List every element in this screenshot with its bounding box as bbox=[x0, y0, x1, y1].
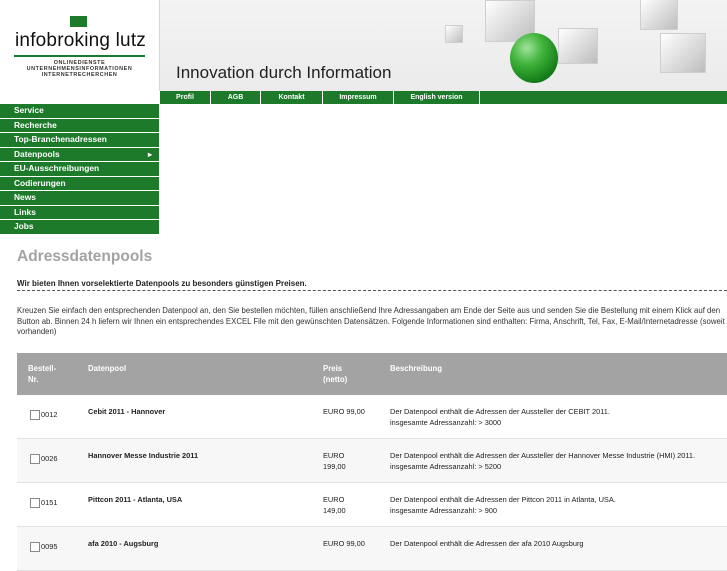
sidebar-item-links[interactable]: Links bbox=[0, 205, 159, 220]
logo-mark-icon bbox=[70, 16, 87, 27]
logo-subtitle: ONLINEDIENSTE UNTERNEHMENSINFORMATIONEN … bbox=[14, 60, 145, 78]
sidebar-item-jobs[interactable]: Jobs bbox=[0, 220, 159, 235]
price-line: 149,00 bbox=[323, 506, 346, 515]
green-sphere-graphic bbox=[510, 33, 558, 83]
description: Der Datenpool enthält die Adressen der A… bbox=[390, 406, 720, 428]
sidebar-item-label: Top-Branchenadressen bbox=[14, 134, 107, 144]
order-checkbox[interactable] bbox=[30, 410, 40, 420]
logo-subtitle-line: INTERNETRECHERCHEN bbox=[41, 72, 118, 78]
description: Der Datenpool enthält die Adressen der a… bbox=[390, 538, 720, 549]
column-header-pool: Datenpool bbox=[88, 364, 127, 373]
price-line: EURO bbox=[323, 495, 345, 504]
pool-name: Pittcon 2011 - Atlanta, USA bbox=[88, 495, 183, 504]
sidebar-item-label: Jobs bbox=[14, 221, 34, 231]
header-text: Preis bbox=[323, 364, 343, 373]
sidebar-item-service[interactable]: Service bbox=[0, 104, 159, 119]
description: Der Datenpool enthält die Adressen der P… bbox=[390, 494, 720, 516]
order-number: 0026 bbox=[41, 454, 58, 463]
description-line: insgesamte Adressanzahl: > 900 bbox=[390, 506, 498, 515]
description-line: insgesamte Adressanzahl: > 3000 bbox=[390, 418, 502, 427]
sidebar-item-recherche[interactable]: Recherche bbox=[0, 118, 159, 133]
table-row: 0026 Hannover Messe Industrie 2011 EURO 1… bbox=[17, 439, 727, 483]
pool-name: afa 2010 - Augsburg bbox=[88, 539, 159, 548]
top-navigation: Profil AGB Kontakt Impressum English ver… bbox=[160, 91, 727, 104]
logo[interactable]: infobroking lutz ONLINEDIENSTE UNTERNEHM… bbox=[0, 0, 160, 91]
page-title: Adressdatenpools bbox=[17, 248, 153, 265]
price: EURO 99,00 bbox=[323, 538, 373, 549]
topnav-agb[interactable]: AGB bbox=[211, 91, 261, 104]
pool-name: Hannover Messe Industrie 2011 bbox=[88, 451, 199, 460]
sidebar-item-label: EU-Ausschreibungen bbox=[14, 163, 100, 173]
topnav-english-version[interactable]: English version bbox=[394, 91, 480, 104]
sidebar-item-codierungen[interactable]: Codierungen bbox=[0, 176, 159, 191]
sidebar-item-label: News bbox=[14, 192, 36, 202]
price-line: 199,00 bbox=[323, 462, 346, 471]
table-row: 0012 Cebit 2011 - Hannover EURO 99,00 De… bbox=[17, 395, 727, 439]
price-line: EURO 99,00 bbox=[323, 407, 365, 416]
column-header-price: Preis (netto) bbox=[323, 363, 347, 385]
sidebar-item-label: Datenpools bbox=[14, 148, 60, 159]
description-line: Der Datenpool enthält die Adressen der A… bbox=[390, 407, 610, 416]
column-header-nr: Bestell- Nr. bbox=[28, 363, 56, 385]
main-content: Adressdatenpools Wir bieten Ihnen vorsel… bbox=[17, 248, 727, 338]
price: EURO 199,00 bbox=[323, 450, 373, 472]
sidebar-item-news[interactable]: News bbox=[0, 191, 159, 206]
description-line: Der Datenpool enthält die Adressen der P… bbox=[390, 495, 616, 504]
header-banner: Innovation durch Information bbox=[160, 0, 727, 91]
order-checkbox[interactable] bbox=[30, 454, 40, 464]
logo-name: infobroking lutz bbox=[15, 30, 146, 51]
header-text: Nr. bbox=[28, 375, 39, 384]
datapool-table: Bestell- Nr. Datenpool Preis (netto) Besch… bbox=[17, 353, 727, 571]
column-header-description: Beschreibung bbox=[390, 364, 442, 373]
cube-graphic bbox=[558, 28, 598, 64]
description-line: Der Datenpool enthält die Adressen der a… bbox=[390, 539, 584, 548]
slogan: Innovation durch Information bbox=[176, 63, 392, 82]
price: EURO 99,00 bbox=[323, 406, 373, 417]
order-checkbox[interactable] bbox=[30, 498, 40, 508]
order-number: 0151 bbox=[41, 498, 58, 507]
sidebar-item-label: Recherche bbox=[14, 119, 57, 130]
sidebar-item-label: Links bbox=[14, 206, 36, 217]
description-line: Der Datenpool enthält die Adressen der A… bbox=[390, 451, 696, 460]
order-number: 0012 bbox=[41, 410, 58, 419]
topnav-impressum[interactable]: Impressum bbox=[323, 91, 394, 104]
price: EURO 149,00 bbox=[323, 494, 373, 516]
topnav-kontakt[interactable]: Kontakt bbox=[261, 91, 323, 104]
order-checkbox[interactable] bbox=[30, 542, 40, 552]
sidebar-item-datenpools[interactable]: Datenpools ▸ bbox=[0, 147, 159, 162]
sidebar-item-label: Service bbox=[14, 105, 44, 115]
sidebar-item-eu-ausschreibungen[interactable]: EU-Ausschreibungen bbox=[0, 162, 159, 177]
table-row: 0095 afa 2010 - Augsburg EURO 99,00 Der … bbox=[17, 527, 727, 571]
sidebar-item-label: Codierungen bbox=[14, 177, 66, 188]
description: Der Datenpool enthält die Adressen der A… bbox=[390, 450, 720, 472]
sidebar-item-top-branchenadressen[interactable]: Top-Branchenadressen bbox=[0, 133, 159, 148]
cube-graphic bbox=[660, 33, 706, 73]
site-header: infobroking lutz ONLINEDIENSTE UNTERNEHM… bbox=[0, 0, 727, 91]
lead-text: Wir bieten Ihnen vorselektierte Datenpoo… bbox=[17, 279, 727, 291]
intro-text: Kreuzen Sie einfach den entsprechenden D… bbox=[17, 306, 725, 337]
price-line: EURO bbox=[323, 451, 345, 460]
chevron-right-icon: ▸ bbox=[147, 149, 152, 159]
cube-graphic bbox=[640, 0, 678, 30]
pool-name: Cebit 2011 - Hannover bbox=[88, 407, 166, 416]
header-text: Bestell- bbox=[28, 364, 57, 373]
sidebar-navigation: Service Recherche Top-Branchenadressen D… bbox=[0, 104, 159, 235]
logo-underline bbox=[14, 55, 145, 57]
description-line: insgesamte Adressanzahl: > 5200 bbox=[390, 462, 502, 471]
order-number: 0095 bbox=[41, 542, 58, 551]
cube-graphic bbox=[445, 25, 463, 43]
table-header: Bestell- Nr. Datenpool Preis (netto) Besch… bbox=[17, 353, 727, 395]
price-line: EURO 99,00 bbox=[323, 539, 365, 548]
table-row: 0151 Pittcon 2011 - Atlanta, USA EURO 149… bbox=[17, 483, 727, 527]
topnav-profil[interactable]: Profil bbox=[160, 91, 211, 104]
header-text: (netto) bbox=[323, 375, 348, 384]
